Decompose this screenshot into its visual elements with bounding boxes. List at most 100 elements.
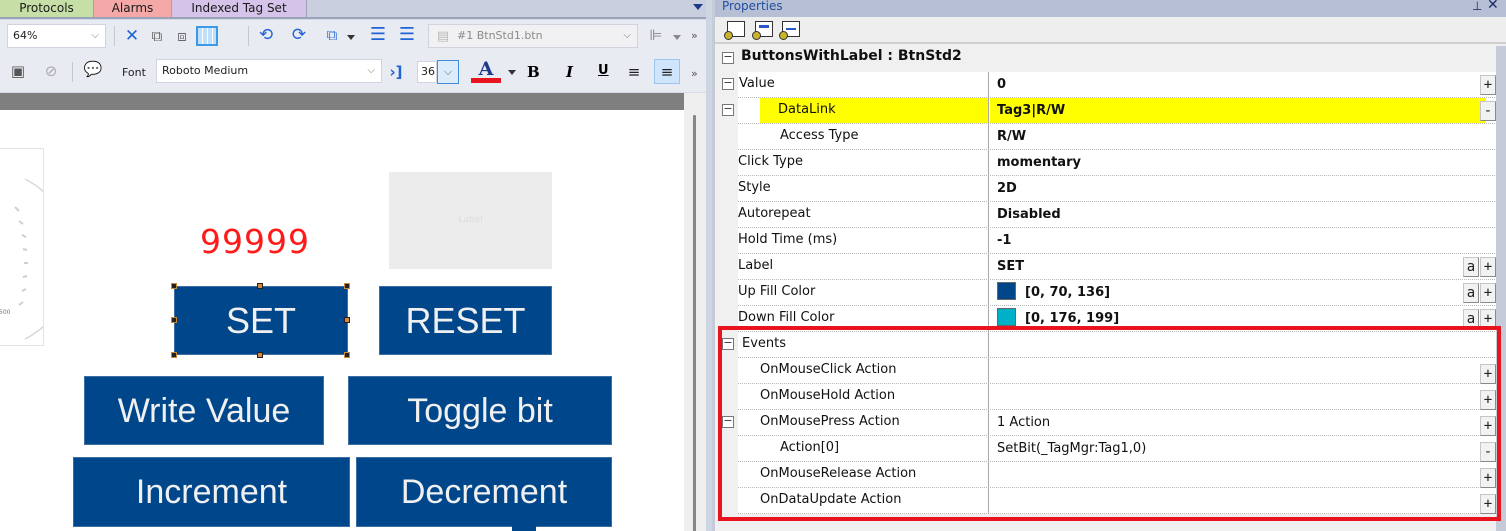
write-value-button[interactable]: Write Value: [84, 376, 324, 445]
tab-indexed-tag-set[interactable]: Indexed Tag Set: [172, 0, 307, 17]
translate-button[interactable]: a: [1463, 283, 1479, 303]
property-value[interactable]: Disabled: [990, 202, 1480, 227]
property-value[interactable]: SET: [990, 254, 1480, 279]
label-widget[interactable]: Label: [389, 172, 552, 269]
expand-all-icon[interactable]: [752, 21, 773, 40]
events-category[interactable]: Events: [738, 332, 1499, 358]
arrange-dropdown-icon[interactable]: [347, 35, 355, 40]
collapse-icon[interactable]: −: [722, 51, 734, 64]
resize-handle[interactable]: [344, 283, 350, 289]
resize-handle[interactable]: [344, 317, 350, 323]
numeric-display[interactable]: 99999: [200, 222, 310, 261]
property-row-autorepeat[interactable]: Autorepeat Disabled: [738, 202, 1499, 228]
rotate-right-icon[interactable]: ⟳: [289, 27, 309, 44]
send-backward-icon[interactable]: ☰: [397, 26, 417, 44]
grid-icon[interactable]: [196, 26, 218, 46]
find-property-icon[interactable]: [724, 21, 745, 40]
property-value[interactable]: [990, 488, 1480, 513]
underline-button[interactable]: U: [598, 63, 609, 78]
delete-icon[interactable]: ✕: [122, 28, 142, 45]
property-row-click-type[interactable]: Click Type momentary: [738, 150, 1499, 176]
event-row-onmouserelease[interactable]: OnMouseRelease Action: [738, 462, 1499, 488]
set-button[interactable]: SET: [174, 286, 348, 355]
remove-button[interactable]: -: [1480, 101, 1496, 121]
text-color-button[interactable]: A: [471, 58, 501, 83]
pin-icon[interactable]: ⊥: [1472, 0, 1482, 13]
add-action-button[interactable]: +: [1480, 416, 1496, 436]
property-row-label[interactable]: Label SET: [738, 254, 1499, 280]
font-size-dropdown[interactable]: ⌵: [437, 60, 459, 84]
close-icon[interactable]: ✕: [1487, 0, 1499, 12]
align-icon[interactable]: ⊫: [646, 27, 666, 43]
collapse-icon[interactable]: −: [722, 337, 734, 350]
property-value[interactable]: 2D: [990, 176, 1480, 201]
property-value[interactable]: R/W: [990, 124, 1480, 149]
tab-protocols[interactable]: Protocols: [0, 0, 94, 17]
tab-list-dropdown-icon[interactable]: [693, 4, 703, 10]
ungroup-icon[interactable]: ⧈: [172, 28, 192, 44]
tab-alarms[interactable]: Alarms: [94, 0, 172, 17]
resize-handle[interactable]: [171, 317, 177, 323]
property-row-datalink[interactable]: DataLink Tag3|R/W: [738, 98, 1499, 124]
align-dropdown-icon[interactable]: [673, 35, 681, 40]
property-row-up-fill-color[interactable]: Up Fill Color [0, 70, 136]: [738, 280, 1499, 306]
property-value[interactable]: 1 Action: [990, 410, 1480, 435]
collapse-icon[interactable]: −: [722, 77, 734, 90]
align-left-icon[interactable]: ≡: [624, 64, 644, 80]
resize-handle[interactable]: [257, 283, 263, 289]
add-button[interactable]: +: [1480, 309, 1496, 329]
bring-forward-icon[interactable]: ☰: [368, 26, 388, 44]
translate-button[interactable]: a: [1463, 257, 1479, 277]
property-value[interactable]: [990, 462, 1480, 487]
resize-handle[interactable]: [344, 352, 350, 358]
resize-handle[interactable]: [171, 352, 177, 358]
resize-handle[interactable]: [257, 352, 263, 358]
event-row-ondataupdate[interactable]: OnDataUpdate Action: [738, 488, 1499, 514]
event-row-onmousehold[interactable]: OnMouseHold Action: [738, 384, 1499, 410]
resize-handle[interactable]: [171, 283, 177, 289]
collapse-icon[interactable]: −: [722, 103, 734, 116]
add-action-button[interactable]: +: [1480, 494, 1496, 514]
property-value[interactable]: SetBit(_TagMgr:Tag1,0): [990, 436, 1480, 461]
italic-button[interactable]: I: [566, 63, 573, 81]
color-swatch[interactable]: [997, 281, 1016, 300]
text-color-dropdown-icon[interactable]: [508, 70, 516, 75]
decrement-button[interactable]: Decrement: [356, 457, 612, 527]
font-family-select[interactable]: Roboto Medium ⌵: [156, 59, 382, 83]
property-row-hold-time[interactable]: Hold Time (ms) -1: [738, 228, 1499, 254]
add-action-button[interactable]: +: [1480, 364, 1496, 384]
color-swatch[interactable]: [997, 307, 1016, 326]
scrollbar-thumb[interactable]: [693, 115, 696, 531]
event-row-onmousepress[interactable]: OnMousePress Action 1 Action: [738, 410, 1499, 436]
page-select[interactable]: ▤ #1 BtnStd1.btn ⌵: [428, 24, 638, 48]
disabled-icon[interactable]: ⊘: [41, 63, 61, 79]
property-row-value[interactable]: Value 0: [738, 72, 1499, 98]
image-icon[interactable]: ▣: [8, 63, 28, 79]
property-value[interactable]: Tag3|R/W: [990, 98, 1486, 123]
reset-button[interactable]: RESET: [379, 286, 552, 355]
add-button[interactable]: +: [1480, 283, 1496, 303]
toggle-bit-button[interactable]: Toggle bit: [348, 376, 612, 445]
property-row-access-type[interactable]: Access Type R/W: [738, 124, 1499, 150]
property-value[interactable]: [0, 176, 199]: [990, 306, 1480, 331]
zoom-select[interactable]: 64% ⌵: [7, 24, 106, 48]
increment-button[interactable]: Increment: [73, 457, 350, 527]
add-button[interactable]: +: [1480, 257, 1496, 277]
property-value[interactable]: momentary: [990, 150, 1480, 175]
property-value[interactable]: 0: [990, 72, 1480, 97]
property-row-style[interactable]: Style 2D: [738, 176, 1499, 202]
add-button[interactable]: +: [1480, 75, 1496, 95]
event-row-action-0[interactable]: Action[0] SetBit(_TagMgr:Tag1,0): [738, 436, 1499, 462]
rotate-left-icon[interactable]: ⟲: [256, 27, 276, 44]
toolbar-overflow-icon[interactable]: »: [691, 67, 698, 80]
group-icon[interactable]: ⧉: [147, 28, 167, 44]
toolbar-overflow-icon[interactable]: »: [691, 29, 698, 42]
remove-action-button[interactable]: -: [1480, 442, 1496, 462]
event-row-onmouseclick[interactable]: OnMouseClick Action: [738, 358, 1499, 384]
property-value[interactable]: -1: [990, 228, 1480, 253]
properties-scrollbar[interactable]: [1496, 46, 1506, 531]
gauge-widget[interactable]: 500: [0, 148, 44, 346]
text-direction-icon[interactable]: ›]: [386, 64, 406, 80]
property-value[interactable]: [0, 70, 136]: [990, 280, 1480, 305]
comment-icon[interactable]: 💬: [83, 61, 103, 77]
